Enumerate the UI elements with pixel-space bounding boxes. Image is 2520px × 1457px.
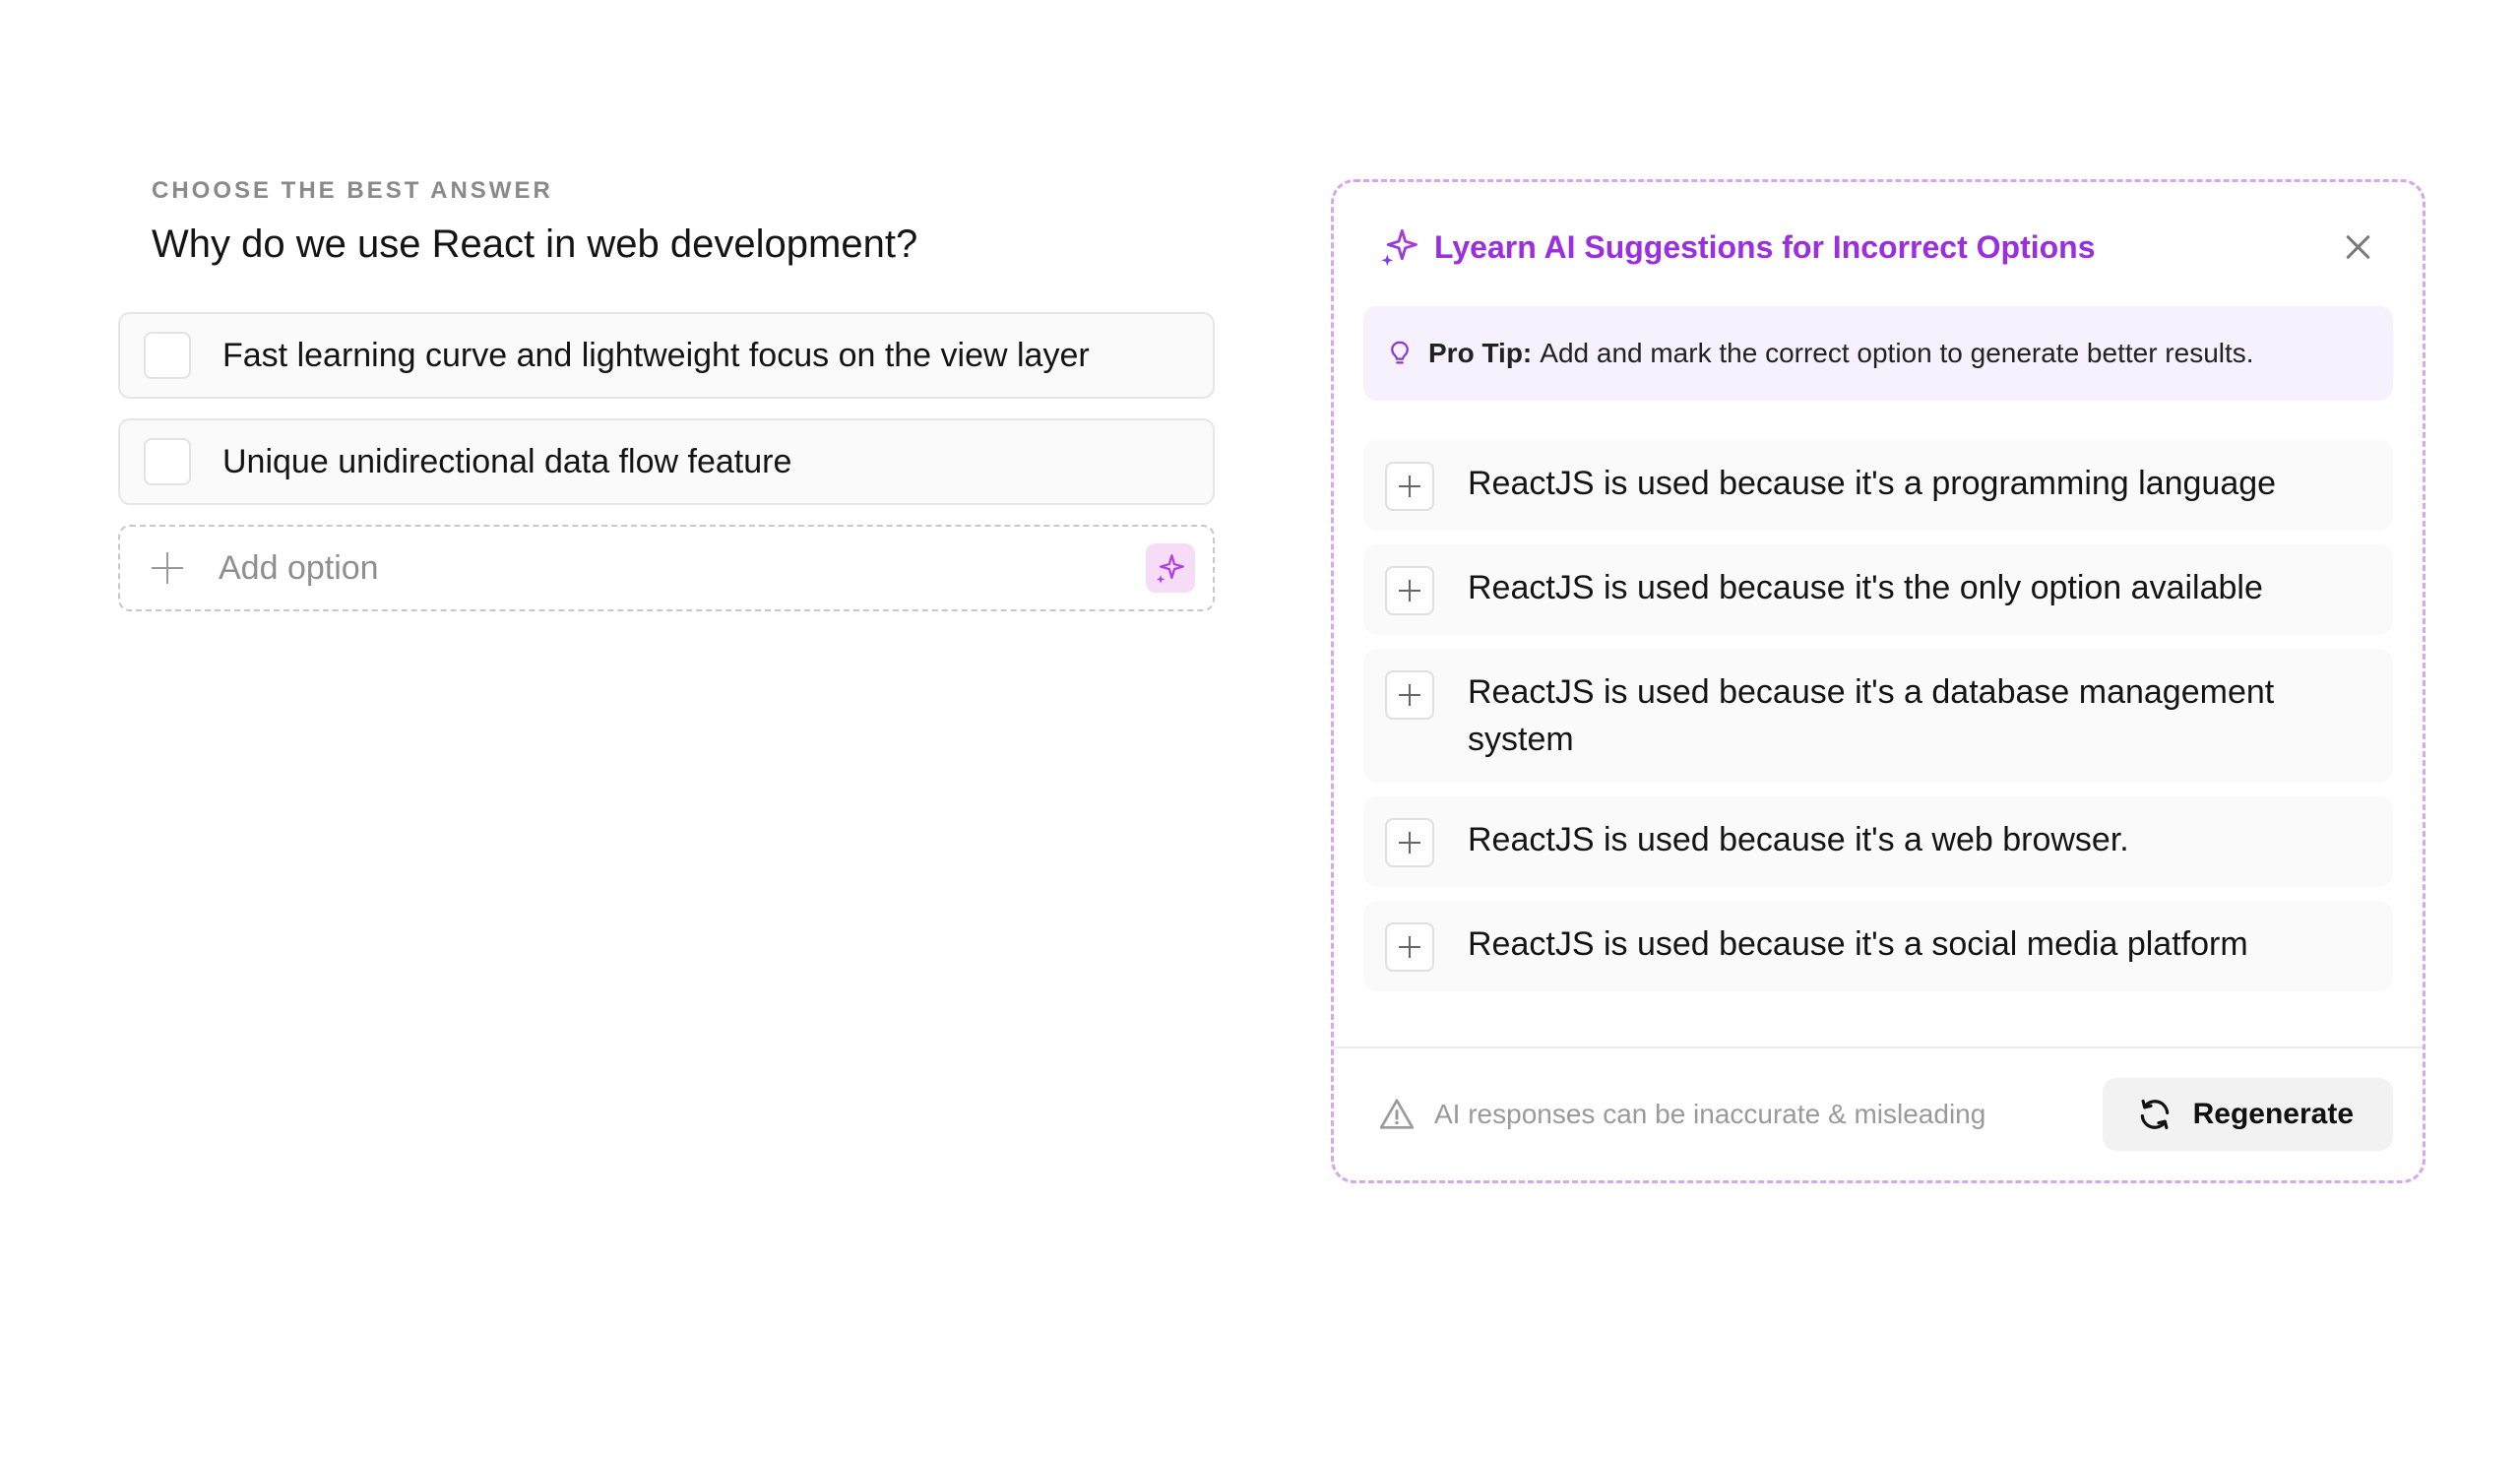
suggestion-item[interactable]: ReactJS is used because it's a web brows… xyxy=(1363,796,2393,887)
regenerate-button[interactable]: Regenerate xyxy=(2102,1078,2393,1151)
refresh-icon xyxy=(2140,1099,2169,1130)
ai-suggest-button[interactable] xyxy=(1146,543,1195,593)
suggestions-list: ReactJS is used because it's a programmi… xyxy=(1363,440,2393,991)
add-suggestion-button[interactable] xyxy=(1385,922,1434,972)
suggestion-text: ReactJS is used because it's a social me… xyxy=(1468,925,2248,963)
question-editor: CHOOSE THE BEST ANSWER Why do we use Rea… xyxy=(118,177,1215,611)
add-option-placeholder: Add option xyxy=(219,548,379,587)
option-item[interactable]: Fast learning curve and lightweight focu… xyxy=(118,312,1215,399)
option-text[interactable]: Unique unidirectional data flow feature xyxy=(222,443,791,481)
add-option-input[interactable]: Add option xyxy=(118,525,1215,611)
add-suggestion-button[interactable] xyxy=(1385,670,1434,720)
suggestion-item[interactable]: ReactJS is used because it's a social me… xyxy=(1363,901,2393,991)
option-text[interactable]: Fast learning curve and lightweight focu… xyxy=(222,337,1090,375)
panel-footer: AI responses can be inaccurate & mislead… xyxy=(1334,1046,2423,1180)
panel-title: Lyearn AI Suggestions for Incorrect Opti… xyxy=(1434,228,2096,265)
regenerate-label: Regenerate xyxy=(2192,1098,2354,1130)
suggestion-text: ReactJS is used because it's a programmi… xyxy=(1468,465,2277,502)
question-type-label: CHOOSE THE BEST ANSWER xyxy=(152,177,553,204)
lightbulb-icon xyxy=(1391,341,1409,364)
pro-tip-banner: Pro Tip: Add and mark the correct option… xyxy=(1363,306,2393,401)
option-checkbox[interactable] xyxy=(144,332,191,379)
option-item[interactable]: Unique unidirectional data flow feature xyxy=(118,418,1215,505)
suggestion-item[interactable]: ReactJS is used because it's a database … xyxy=(1363,649,2393,783)
suggestion-item[interactable]: ReactJS is used because it's the only op… xyxy=(1363,544,2393,635)
plus-icon xyxy=(150,550,185,586)
close-icon[interactable] xyxy=(2338,227,2377,267)
suggestion-item[interactable]: ReactJS is used because it's a programmi… xyxy=(1363,440,2393,531)
suggestion-text: ReactJS is used because it's a web brows… xyxy=(1468,821,2129,858)
ai-suggestions-panel: Lyearn AI Suggestions for Incorrect Opti… xyxy=(1331,179,2426,1183)
option-checkbox[interactable] xyxy=(144,438,191,485)
sparkle-icon xyxy=(1381,228,1418,267)
suggestion-text: ReactJS is used because it's a database … xyxy=(1468,673,2275,758)
panel-header: Lyearn AI Suggestions for Incorrect Opti… xyxy=(1334,182,2423,267)
options-list: Fast learning curve and lightweight focu… xyxy=(118,312,1215,611)
pro-tip-text: Add and mark the correct option to gener… xyxy=(1540,338,2254,368)
suggestion-text: ReactJS is used because it's the only op… xyxy=(1468,569,2263,606)
add-suggestion-button[interactable] xyxy=(1385,566,1434,615)
question-title[interactable]: Why do we use React in web development? xyxy=(152,222,1215,267)
pro-tip-label: Pro Tip: xyxy=(1428,338,1533,368)
add-suggestion-button[interactable] xyxy=(1385,462,1434,511)
sparkle-icon xyxy=(1156,554,1184,584)
ai-disclaimer: AI responses can be inaccurate & mislead… xyxy=(1434,1099,1986,1129)
add-suggestion-button[interactable] xyxy=(1385,818,1434,867)
warning-icon xyxy=(1379,1099,1415,1129)
